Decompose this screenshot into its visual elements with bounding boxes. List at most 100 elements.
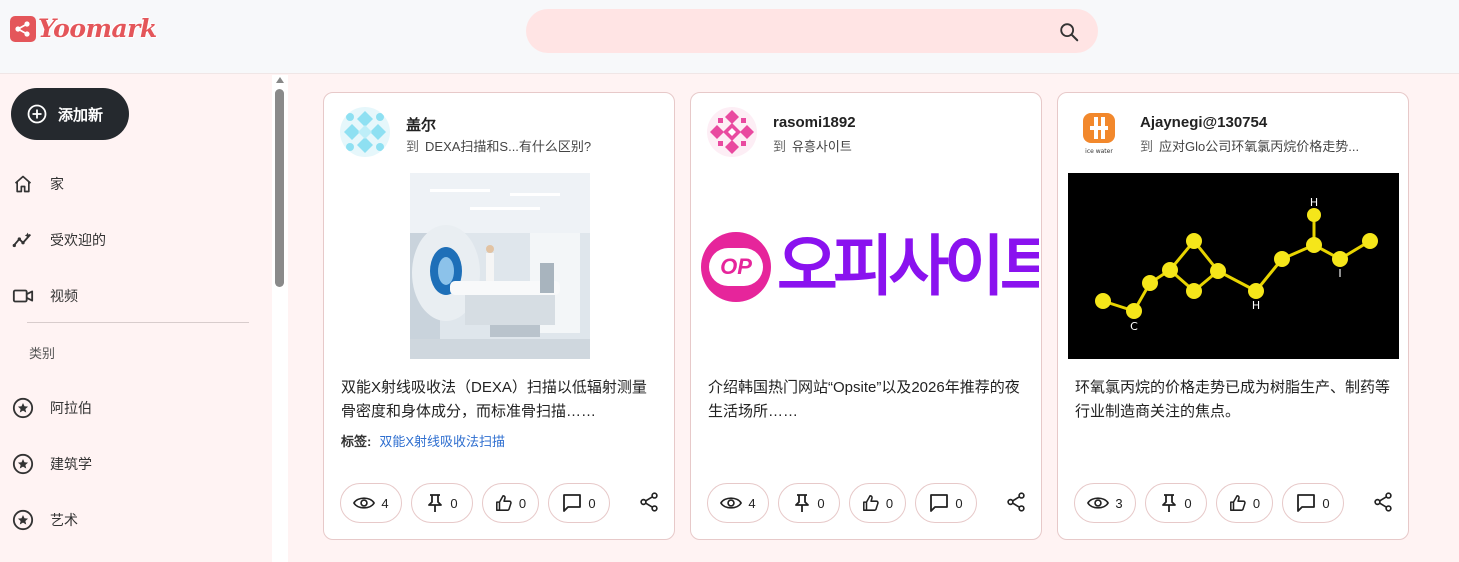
avatar[interactable]: ice water (1074, 107, 1124, 157)
top-header: Yoomark (0, 0, 1459, 74)
avatar[interactable] (707, 107, 757, 157)
pins-count: 0 (450, 495, 458, 511)
target-title[interactable]: 유흥사이트 (792, 139, 852, 154)
comment-button[interactable]: 0 (548, 483, 610, 523)
comment-icon (930, 494, 949, 512)
pins-count: 0 (817, 495, 825, 511)
search-icon[interactable] (1058, 21, 1080, 43)
pin-button[interactable]: 0 (1145, 483, 1207, 523)
search-input[interactable] (546, 19, 1046, 43)
sidebar-item-popular[interactable]: 受欢迎的 (0, 220, 260, 260)
comment-button[interactable]: 0 (915, 483, 977, 523)
sidebar-item-label: 家 (50, 176, 64, 192)
op-badge-text: OP (709, 248, 763, 286)
sidebar: 添加新 家 受欢迎的 视频 类别 阿拉伯 建筑学 艺术 (0, 75, 272, 562)
star-icon (11, 452, 35, 476)
author-name[interactable]: 盖尔 (406, 114, 436, 135)
comments-count: 0 (588, 495, 596, 511)
add-new-button[interactable]: 添加新 (11, 88, 129, 140)
scroll-up-arrow-icon[interactable] (276, 77, 284, 83)
post-image[interactable]: H H I C (1068, 173, 1399, 359)
brand-logo[interactable]: Yoomark (10, 14, 157, 43)
to-label: 到 (406, 139, 420, 154)
post-image[interactable] (410, 173, 590, 359)
share-logo-icon (10, 15, 36, 42)
trending-icon (11, 228, 35, 252)
sidebar-item-label: 受欢迎的 (50, 232, 106, 248)
star-icon (11, 508, 35, 532)
comment-icon (1297, 494, 1316, 512)
post-card[interactable]: rasomi1892 到 유흥사이트 OP 오피사이트 介绍韩国热门网站“Opsi… (690, 92, 1042, 540)
tags-label: 标签: (341, 434, 372, 449)
star-icon (11, 396, 35, 420)
pin-button[interactable]: 0 (778, 483, 840, 523)
like-button[interactable]: 0 (482, 483, 539, 523)
scroll-thumb[interactable] (275, 89, 284, 287)
author-name[interactable]: rasomi1892 (773, 114, 856, 131)
molecule-label: H (1252, 299, 1260, 312)
sidebar-item-label: 视频 (50, 288, 78, 304)
target-board[interactable]: 到 유흥사이트 (773, 136, 1033, 155)
eye-icon (353, 497, 376, 509)
views-count: 3 (1115, 495, 1123, 511)
molecule-label: C (1130, 320, 1138, 333)
comment-icon (563, 494, 582, 512)
avatar-caption: ice water (1085, 148, 1113, 155)
card-actions: 4 0 0 0 (340, 483, 670, 523)
pin-icon (795, 494, 810, 512)
comments-count: 0 (1322, 495, 1330, 511)
sidebar-item-home[interactable]: 家 (0, 164, 260, 204)
author-name[interactable]: Ajaynegi@130754 (1140, 114, 1267, 131)
home-icon (11, 172, 35, 196)
plus-circle-icon (27, 104, 47, 124)
category-item-arabic[interactable]: 阿拉伯 (0, 388, 260, 428)
brand-name: Yoomark (38, 14, 157, 43)
video-icon (11, 284, 35, 308)
target-title[interactable]: DEXA扫描和S...有什么区别? (425, 139, 591, 154)
sidebar-item-video[interactable]: 视频 (0, 276, 260, 316)
thumbs-up-icon (1229, 495, 1246, 511)
category-item-architecture[interactable]: 建筑学 (0, 444, 260, 484)
op-badge: OP (701, 232, 771, 302)
post-description: 环氧氯丙烷的价格走势已成为树脂生产、制药等行业制造商关注的焦点。 (1075, 379, 1391, 420)
like-button[interactable]: 0 (1216, 483, 1273, 523)
share-icon[interactable] (1005, 491, 1029, 515)
pin-button[interactable]: 0 (411, 483, 473, 523)
views-button[interactable]: 4 (340, 483, 402, 523)
like-button[interactable]: 0 (849, 483, 906, 523)
target-title[interactable]: 应对Glo公司环氧氯丙烷价格走势... (1159, 139, 1359, 154)
post-description: 双能X射线吸收法（DEXA）扫描以低辐射测量骨密度和身体成分，而标准骨扫描…… (341, 379, 647, 420)
to-label: 到 (1140, 139, 1154, 154)
thumbs-up-icon (495, 495, 512, 511)
category-label: 阿拉伯 (50, 400, 92, 416)
target-board[interactable]: 到应对Glo公司环氧氯丙烷价格走势... (1140, 136, 1400, 155)
add-new-label: 添加新 (58, 106, 104, 124)
views-button[interactable]: 3 (1074, 483, 1136, 523)
op-site-title: 오피사이트 (777, 228, 1039, 305)
target-board[interactable]: 到 DEXA扫描和S...有什么区别? (406, 136, 666, 155)
tag-link[interactable]: 双能X射线吸收法扫描 (379, 434, 505, 449)
comment-button[interactable]: 0 (1282, 483, 1344, 523)
eye-icon (720, 497, 743, 509)
tags-row: 标签: 双能X射线吸收法扫描 (341, 431, 505, 450)
share-icon[interactable] (638, 491, 662, 515)
likes-count: 0 (885, 495, 894, 511)
post-card[interactable]: ice water Ajaynegi@130754 到应对Glo公司环氧氯丙烷价… (1057, 92, 1409, 540)
pin-icon (428, 494, 443, 512)
card-actions: 4 0 0 0 (707, 483, 1037, 523)
views-count: 4 (748, 495, 756, 511)
post-image[interactable]: OP 오피사이트 (699, 223, 1039, 311)
search-bar (526, 9, 1098, 53)
views-count: 4 (381, 495, 389, 511)
share-icon[interactable] (1372, 491, 1396, 515)
category-item-art[interactable]: 艺术 (0, 500, 260, 540)
comments-count: 0 (955, 495, 963, 511)
post-card[interactable]: 盖尔 到 DEXA扫描和S...有什么区别? 双能X射线吸收法（DEXA）扫描以低… (323, 92, 675, 540)
avatar[interactable] (340, 107, 390, 157)
molecule-label: H (1310, 196, 1318, 209)
molecule-label: I (1338, 267, 1341, 280)
views-button[interactable]: 4 (707, 483, 769, 523)
likes-count: 0 (1252, 495, 1261, 511)
likes-count: 0 (518, 495, 527, 511)
sidebar-scrollbar[interactable] (272, 75, 288, 562)
